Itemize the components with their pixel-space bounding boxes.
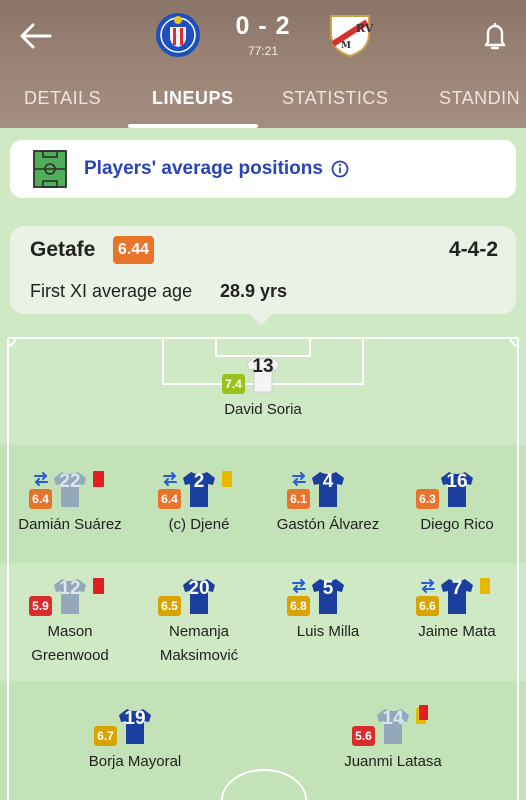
player-name: David Soria: [224, 401, 302, 418]
player-rating-badge: 6.1: [287, 489, 310, 509]
player-luis-milla[interactable]: 5 6.8 Luis Milla: [263, 576, 393, 686]
red-card-icon: [93, 578, 104, 594]
jersey-number: 14: [382, 708, 404, 729]
player-jaime-mata[interactable]: 7 6.6 Jaime Mata: [392, 576, 522, 686]
player-rating-badge: 6.7: [94, 726, 117, 746]
player-mason-greenwood[interactable]: 12 5.9 Mason Greenwood: [5, 576, 135, 686]
average-age-label: First XI average age: [30, 281, 193, 301]
info-icon[interactable]: [331, 160, 349, 178]
substitution-icon: [34, 472, 48, 486]
jersey-number: 2: [193, 471, 205, 492]
player-rating-badge: 6.3: [416, 489, 439, 509]
substitution-icon: [292, 472, 306, 486]
rayo-vallecano-crest-icon[interactable]: RV M: [326, 12, 374, 58]
svg-text:RV: RV: [356, 22, 374, 35]
yellow-card-icon: [480, 578, 490, 594]
match-score: 0 - 2: [235, 12, 291, 40]
player-borja-mayoral[interactable]: 19 6.7 Borja Mayoral: [70, 706, 200, 800]
tab-standings[interactable]: STANDIN: [439, 88, 520, 109]
lineup-pitch: 13 7.4 David Soria 22 6.4 Damián Suárez …: [0, 326, 526, 800]
player-name-line2: Maksimović: [159, 647, 239, 664]
player-name-line1: Nemanja: [168, 623, 230, 640]
tab-statistics[interactable]: STATISTICS: [282, 88, 388, 109]
jersey-number: 20: [188, 578, 210, 599]
jersey-number: 5: [322, 578, 334, 599]
red-card-icon: [93, 471, 104, 487]
player-david-soria[interactable]: 13 7.4 David Soria: [198, 354, 328, 464]
player-rating-badge: 6.6: [416, 596, 439, 616]
substitution-icon: [292, 579, 306, 593]
team-rating-badge: 6.44: [113, 236, 154, 264]
jersey-number: 22: [59, 471, 81, 492]
tab-bar: DETAILS LINEUPS STATISTICS STANDIN: [0, 82, 526, 128]
player-djene[interactable]: 2 6.4 (c) Djené: [134, 469, 264, 579]
player-juanmi-latasa[interactable]: 14 5.6 Juanmi Latasa: [328, 705, 458, 800]
back-arrow-icon[interactable]: [18, 20, 54, 52]
team-summary-card: Getafe 6.44 4-4-2 First XI average age 2…: [10, 226, 516, 314]
jersey-number: 19: [124, 708, 146, 729]
player-diego-rico[interactable]: 16 6.3 Diego Rico: [392, 469, 522, 579]
player-rating-badge: 7.4: [222, 374, 245, 394]
match-clock: 77:21: [247, 44, 279, 58]
player-rating-badge: 6.4: [29, 489, 52, 509]
jersey-number: 7: [451, 578, 463, 599]
jersey-number: 4: [322, 471, 334, 492]
substitution-icon: [163, 472, 177, 486]
yellow-card-icon: [222, 471, 232, 487]
team-formation: 4-4-2: [448, 238, 498, 261]
tab-details[interactable]: DETAILS: [24, 88, 101, 109]
average-positions-card[interactable]: Players' average positions: [10, 140, 516, 198]
tab-lineups[interactable]: LINEUPS: [152, 88, 234, 109]
jersey-number: 13: [252, 356, 274, 377]
player-rating-badge: 5.9: [29, 596, 52, 616]
jersey-number: 12: [59, 578, 81, 599]
team-name: Getafe: [30, 238, 96, 261]
player-name: Juanmi Latasa: [344, 753, 442, 770]
player-rating-badge: 5.6: [352, 726, 375, 746]
player-gaston-alvarez[interactable]: 4 6.1 Gastón Álvarez: [263, 469, 393, 579]
player-name: Borja Mayoral: [88, 753, 182, 770]
player-name: Diego Rico: [420, 516, 494, 533]
player-name: (c) Djené: [168, 516, 230, 533]
jersey-number: 16: [446, 471, 468, 492]
player-rating-badge: 6.5: [158, 596, 181, 616]
player-damian-suarez[interactable]: 22 6.4 Damián Suárez: [5, 469, 135, 579]
getafe-crest-icon[interactable]: [155, 12, 201, 58]
average-age-value: 28.9 yrs: [220, 281, 288, 301]
second-yellow-red-card-icon: [419, 705, 428, 720]
player-rating-badge: 6.4: [158, 489, 181, 509]
player-nemanja-maksimovic[interactable]: 20 6.5 Nemanja Maksimović: [134, 576, 264, 686]
match-header: 0 - 2 77:21 RV M DETAILS LINEUPS STATIST…: [0, 0, 526, 128]
substitution-icon: [421, 579, 435, 593]
bell-icon[interactable]: [480, 18, 510, 52]
active-tab-indicator: [128, 124, 258, 128]
player-name: Jaime Mata: [418, 623, 496, 640]
player-name: Luis Milla: [296, 623, 360, 640]
player-rating-badge: 6.8: [287, 596, 310, 616]
svg-text:M: M: [341, 41, 351, 51]
average-positions-title: Players' average positions: [84, 158, 323, 179]
pitch-icon: [33, 150, 67, 188]
player-name: Gastón Álvarez: [276, 516, 380, 533]
